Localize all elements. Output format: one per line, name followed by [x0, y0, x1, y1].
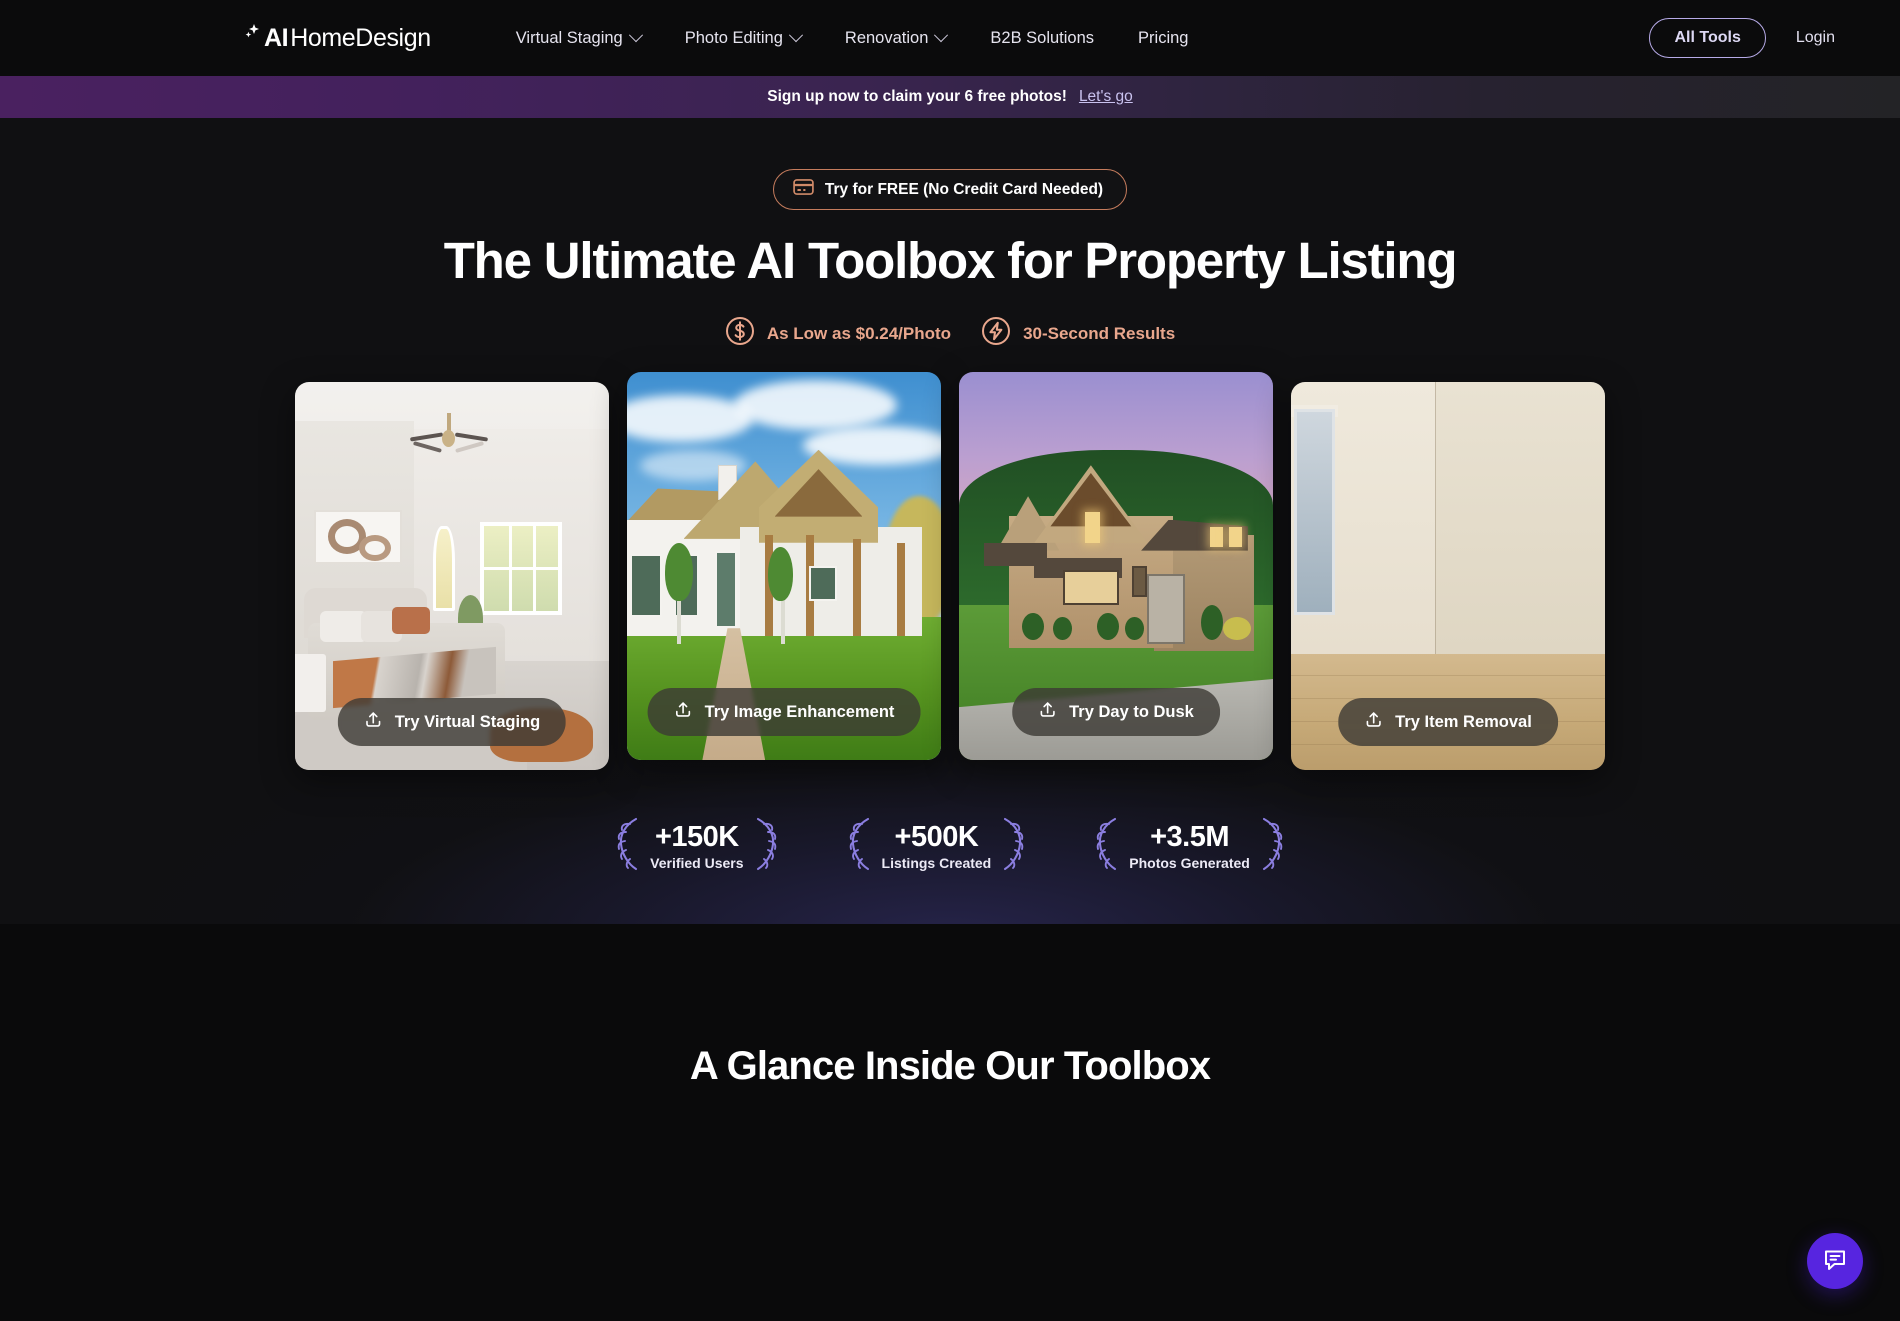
stat-label: Listings Created	[881, 855, 992, 872]
hero-feature-price: As Low as $0.24/Photo	[725, 316, 951, 351]
stat-value: +150K	[654, 820, 739, 853]
credit-card-icon	[793, 179, 814, 200]
main-navbar: AI HomeDesign Virtual Staging Photo Editi…	[0, 0, 1900, 76]
nav-item-renovation[interactable]: Renovation	[844, 28, 949, 48]
nav-item-label: Virtual Staging	[515, 28, 623, 47]
nav-links: Virtual Staging Photo Editing Renovation…	[515, 28, 1188, 48]
card-button-label: Try Item Removal	[1395, 712, 1532, 731]
login-link[interactable]: Login	[1796, 29, 1835, 47]
tool-card-virtual-staging[interactable]: Try Virtual Staging	[295, 382, 609, 771]
promo-banner-link[interactable]: Let's go	[1079, 88, 1133, 106]
tool-card-item-removal[interactable]: Try Item Removal	[1291, 382, 1605, 771]
hero-feature-list: As Low as $0.24/Photo 30-Second Results	[0, 316, 1900, 351]
hero-section: Try for FREE (No Credit Card Needed) The…	[0, 118, 1900, 924]
stat-verified-users: +150K Verified Users	[612, 816, 781, 877]
stat-value: +3.5M	[1150, 820, 1229, 853]
chevron-down-icon	[788, 28, 803, 43]
chat-support-button[interactable]	[1807, 1233, 1863, 1289]
nav-right-actions: All Tools Login	[1649, 18, 1835, 58]
page-title: The Ultimate AI Toolbox for Property Lis…	[443, 232, 1458, 289]
hero-stats: +150K Verified Users +500K Listings Crea…	[0, 816, 1900, 877]
upload-icon	[364, 710, 383, 734]
all-tools-button[interactable]: All Tools	[1649, 18, 1766, 58]
try-day-to-dusk-button[interactable]: Try Day to Dusk	[1012, 688, 1220, 737]
try-virtual-staging-button[interactable]: Try Virtual Staging	[337, 698, 567, 747]
nav-item-pricing[interactable]: Pricing	[1138, 29, 1188, 48]
laurel-right-icon	[1258, 816, 1288, 877]
card-button-label: Try Day to Dusk	[1069, 702, 1194, 721]
stat-content: +3.5M Photos Generated	[1127, 820, 1252, 872]
nav-item-label: Renovation	[844, 28, 929, 47]
laurel-right-icon	[999, 816, 1029, 877]
brand-name-bold: AI	[264, 23, 289, 52]
nav-item-virtual-staging[interactable]: Virtual Staging	[515, 28, 643, 48]
hero-feature-label: 30-Second Results	[1023, 323, 1176, 343]
lightning-circle-icon	[981, 316, 1011, 351]
nav-item-photo-editing[interactable]: Photo Editing	[684, 28, 803, 48]
sparkle-icon	[245, 24, 262, 50]
toolbox-section: A Glance Inside Our Toolbox	[0, 924, 1900, 1321]
chat-bubble-icon	[1822, 1246, 1848, 1277]
upload-icon	[1038, 700, 1057, 724]
hero-tool-cards: Try Virtual Staging Try Image Enhancemen…	[0, 372, 1900, 771]
try-for-free-badge[interactable]: Try for FREE (No Credit Card Needed)	[772, 169, 1128, 210]
card-button-label: Try Virtual Staging	[394, 712, 541, 731]
section-heading: A Glance Inside Our Toolbox	[689, 1044, 1211, 1088]
upload-icon	[1364, 710, 1383, 734]
stat-content: +500K Listings Created	[880, 820, 994, 872]
chevron-down-icon	[628, 28, 643, 43]
laurel-left-icon	[612, 816, 642, 877]
stat-label: Verified Users	[650, 855, 744, 872]
dollar-circle-icon	[725, 316, 755, 351]
try-item-removal-button[interactable]: Try Item Removal	[1338, 698, 1558, 747]
stat-value: +500K	[894, 820, 979, 853]
nav-item-label: B2B Solutions	[990, 28, 1095, 47]
try-for-free-label: Try for FREE (No Credit Card Needed)	[824, 180, 1104, 198]
hero-feature-speed: 30-Second Results	[981, 316, 1175, 351]
page-root: AI HomeDesign Virtual Staging Photo Editi…	[0, 0, 1900, 1321]
brand-logo[interactable]: AI HomeDesign	[245, 23, 431, 53]
upload-icon	[674, 700, 693, 724]
stat-listings-created: +500K Listings Created	[844, 816, 1030, 877]
promo-banner: Sign up now to claim your 6 free photos!…	[0, 76, 1900, 118]
nav-item-label: Pricing	[1138, 28, 1189, 47]
hero-content: Try for FREE (No Credit Card Needed) The…	[0, 118, 1900, 877]
chevron-down-icon	[934, 28, 949, 43]
promo-banner-text: Sign up now to claim your 6 free photos!	[767, 88, 1067, 105]
tool-card-day-to-dusk[interactable]: Try Day to Dusk	[959, 372, 1273, 761]
brand-name-light: HomeDesign	[290, 23, 431, 52]
card-button-label: Try Image Enhancement	[704, 702, 895, 721]
stat-photos-generated: +3.5M Photos Generated	[1091, 816, 1288, 877]
tool-card-image-enhancement[interactable]: Try Image Enhancement	[627, 372, 941, 761]
laurel-left-icon	[1091, 816, 1121, 877]
nav-item-b2b-solutions[interactable]: B2B Solutions	[990, 29, 1094, 48]
nav-item-label: Photo Editing	[684, 28, 783, 47]
hero-feature-label: As Low as $0.24/Photo	[766, 323, 952, 343]
laurel-left-icon	[844, 816, 874, 877]
laurel-right-icon	[752, 816, 782, 877]
try-image-enhancement-button[interactable]: Try Image Enhancement	[647, 688, 921, 737]
stat-content: +150K Verified Users	[648, 820, 745, 872]
stat-label: Photos Generated	[1129, 855, 1250, 872]
